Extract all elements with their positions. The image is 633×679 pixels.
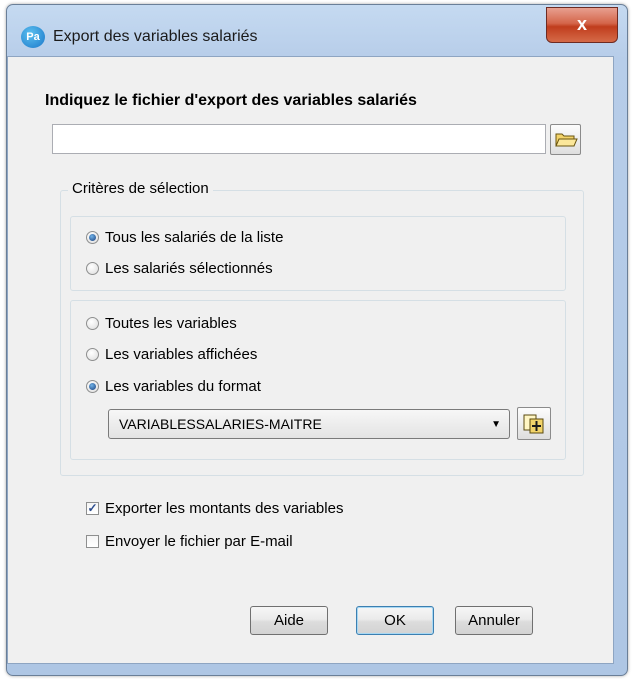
checkbox-email-file[interactable]: Envoyer le fichier par E-mail	[86, 533, 293, 550]
selection-criteria-label: Critères de sélection	[68, 180, 213, 197]
radio-selected-employees[interactable]: Les salariés sélectionnés	[86, 260, 273, 277]
window-title: Export des variables salariés	[53, 28, 258, 45]
radio-format-variables[interactable]: Les variables du format	[86, 378, 261, 395]
cancel-button[interactable]: Annuler	[455, 606, 533, 635]
checkbox-checked[interactable]: ✓	[86, 502, 99, 515]
export-file-heading: Indiquez le fichier d'export des variabl…	[45, 92, 417, 109]
employee-scope-panel	[70, 216, 566, 291]
radio-button[interactable]	[86, 348, 99, 361]
format-properties-button[interactable]	[517, 407, 551, 440]
help-button[interactable]: Aide	[250, 606, 328, 635]
radio-displayed-variables[interactable]: Les variables affichées	[86, 346, 257, 363]
app-icon: Pa	[21, 26, 45, 48]
ok-button[interactable]: OK	[356, 606, 434, 635]
radio-button-selected[interactable]	[86, 380, 99, 393]
radio-all-employees[interactable]: Tous les salariés de la liste	[86, 229, 283, 246]
radio-button[interactable]	[86, 262, 99, 275]
close-button[interactable]: x	[546, 7, 618, 43]
checkbox-label: Envoyer le fichier par E-mail	[105, 533, 293, 550]
folder-open-icon	[555, 133, 578, 147]
radio-label: Tous les salariés de la liste	[105, 229, 284, 246]
format-select[interactable]: VARIABLESSALARIES-MAITRE ▼	[108, 409, 510, 439]
radio-all-variables[interactable]: Toutes les variables	[86, 315, 237, 332]
radio-label: Les variables du format	[105, 378, 261, 395]
radio-label: Les variables affichées	[105, 346, 258, 363]
format-properties-icon	[523, 414, 544, 434]
title-bar[interactable]: Pa Export des variables salariés x	[7, 5, 627, 55]
checkbox-export-amounts[interactable]: ✓ Exporter les montants des variables	[86, 500, 343, 517]
format-select-value: VARIABLESSALARIES-MAITRE	[119, 416, 322, 432]
radio-label: Les salariés sélectionnés	[105, 260, 273, 277]
checkbox-label: Exporter les montants des variables	[105, 500, 344, 517]
radio-button-selected[interactable]	[86, 231, 99, 244]
chevron-down-icon[interactable]: ▼	[491, 419, 501, 430]
checkbox[interactable]	[86, 535, 99, 548]
browse-folder-button[interactable]	[550, 124, 581, 155]
export-file-input[interactable]	[52, 124, 546, 154]
radio-label: Toutes les variables	[105, 315, 237, 332]
radio-button[interactable]	[86, 317, 99, 330]
